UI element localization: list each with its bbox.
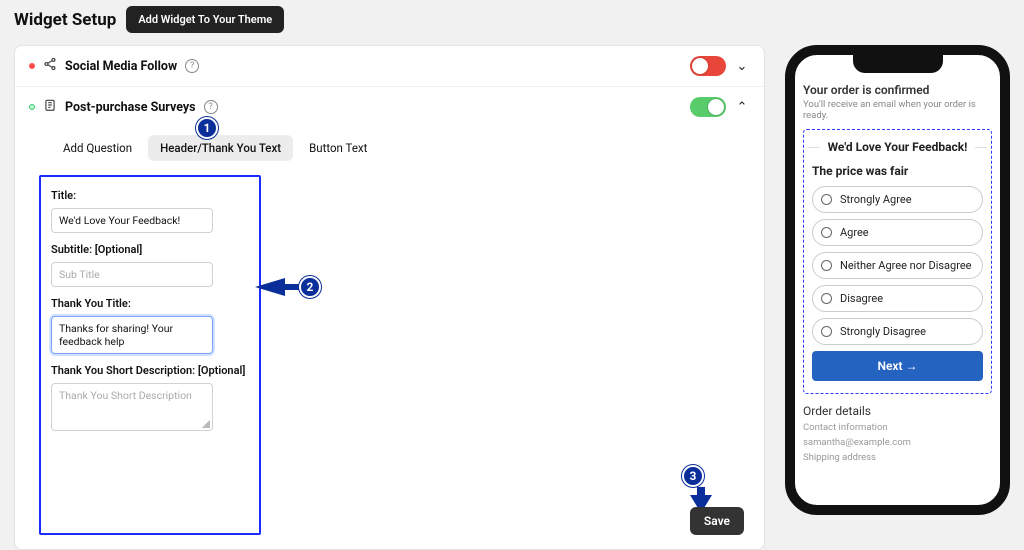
survey-preview-title: We'd Love Your Feedback! (822, 140, 973, 154)
shipping-label: Shipping address (803, 452, 992, 463)
radio-icon (821, 194, 832, 205)
tab-header-thank-you[interactable]: Header/Thank You Text (148, 135, 293, 161)
annotation-arrow-2 (255, 275, 305, 299)
page-title: Widget Setup (14, 10, 116, 30)
help-icon[interactable]: ? (204, 100, 218, 114)
annotation-badge-3: 3 (682, 465, 704, 487)
section-post-purchase[interactable]: Post-purchase Surveys ? ⌃ (15, 87, 764, 127)
title-label: Title: (51, 189, 249, 202)
add-widget-theme-button[interactable]: Add Widget To Your Theme (126, 6, 284, 33)
survey-preview-question: The price was fair (812, 164, 983, 178)
chevron-up-icon[interactable]: ⌃ (734, 100, 750, 115)
annotation-badge-2: 2 (299, 276, 321, 298)
survey-option[interactable]: Neither Agree nor Disagree (812, 252, 983, 279)
section-social-media[interactable]: Social Media Follow ? ⌄ (15, 46, 764, 87)
survey-icon (43, 98, 57, 116)
tab-button-text[interactable]: Button Text (297, 135, 379, 161)
option-label: Strongly Disagree (840, 325, 926, 338)
survey-option[interactable]: Strongly Disagree (812, 318, 983, 345)
option-label: Disagree (840, 292, 883, 305)
survey-tabs: Add Question Header/Thank You Text Butto… (51, 135, 750, 161)
order-details-header: Order details (803, 404, 992, 418)
save-button[interactable]: Save (690, 507, 744, 535)
section-title: Post-purchase Surveys (65, 100, 196, 115)
radio-icon (821, 227, 832, 238)
survey-preview-box: We'd Love Your Feedback! The price was f… (803, 129, 992, 394)
contact-email: samantha@example.com (803, 437, 992, 448)
radio-icon (821, 326, 832, 337)
thank-title-input[interactable]: Thanks for sharing! Your feedback help (51, 316, 213, 354)
survey-option[interactable]: Agree (812, 219, 983, 246)
radio-icon (821, 260, 832, 271)
next-button[interactable]: Next → (812, 351, 983, 381)
subtitle-input[interactable]: Sub Title (51, 262, 213, 287)
section-title: Social Media Follow (65, 59, 177, 74)
thank-desc-label: Thank You Short Description: [Optional] (51, 364, 249, 377)
status-dot-icon (29, 104, 35, 110)
subtitle-label: Subtitle: [Optional] (51, 243, 249, 256)
option-label: Agree (840, 226, 869, 239)
survey-option[interactable]: Disagree (812, 285, 983, 312)
status-dot-icon (29, 63, 35, 69)
header-text-form: Title: We'd Love Your Feedback! Subtitle… (39, 175, 261, 535)
toggle-social[interactable] (690, 56, 726, 76)
radio-icon (821, 293, 832, 304)
option-label: Neither Agree nor Disagree (840, 259, 972, 272)
chevron-down-icon[interactable]: ⌄ (734, 59, 750, 74)
help-icon[interactable]: ? (185, 59, 199, 73)
thank-desc-textarea[interactable]: Thank You Short Description (51, 383, 213, 431)
annotation-badge-1: 1 (196, 117, 218, 139)
phone-preview: Your order is confirmed You'll receive a… (785, 45, 1010, 515)
title-input[interactable]: We'd Love Your Feedback! (51, 208, 213, 233)
order-details: Order details Contact information samant… (803, 404, 992, 463)
phone-notch (853, 55, 943, 73)
order-confirmed-title: Your order is confirmed (803, 83, 992, 97)
contact-info-label: Contact information (803, 422, 992, 433)
survey-option[interactable]: Strongly Agree (812, 186, 983, 213)
order-confirmed-sub: You'll receive an email when your order … (803, 99, 992, 121)
thank-title-label: Thank You Title: (51, 297, 249, 310)
tab-add-question[interactable]: Add Question (51, 135, 144, 161)
share-icon (43, 57, 57, 75)
toggle-survey[interactable] (690, 97, 726, 117)
option-label: Strongly Agree (840, 193, 912, 206)
